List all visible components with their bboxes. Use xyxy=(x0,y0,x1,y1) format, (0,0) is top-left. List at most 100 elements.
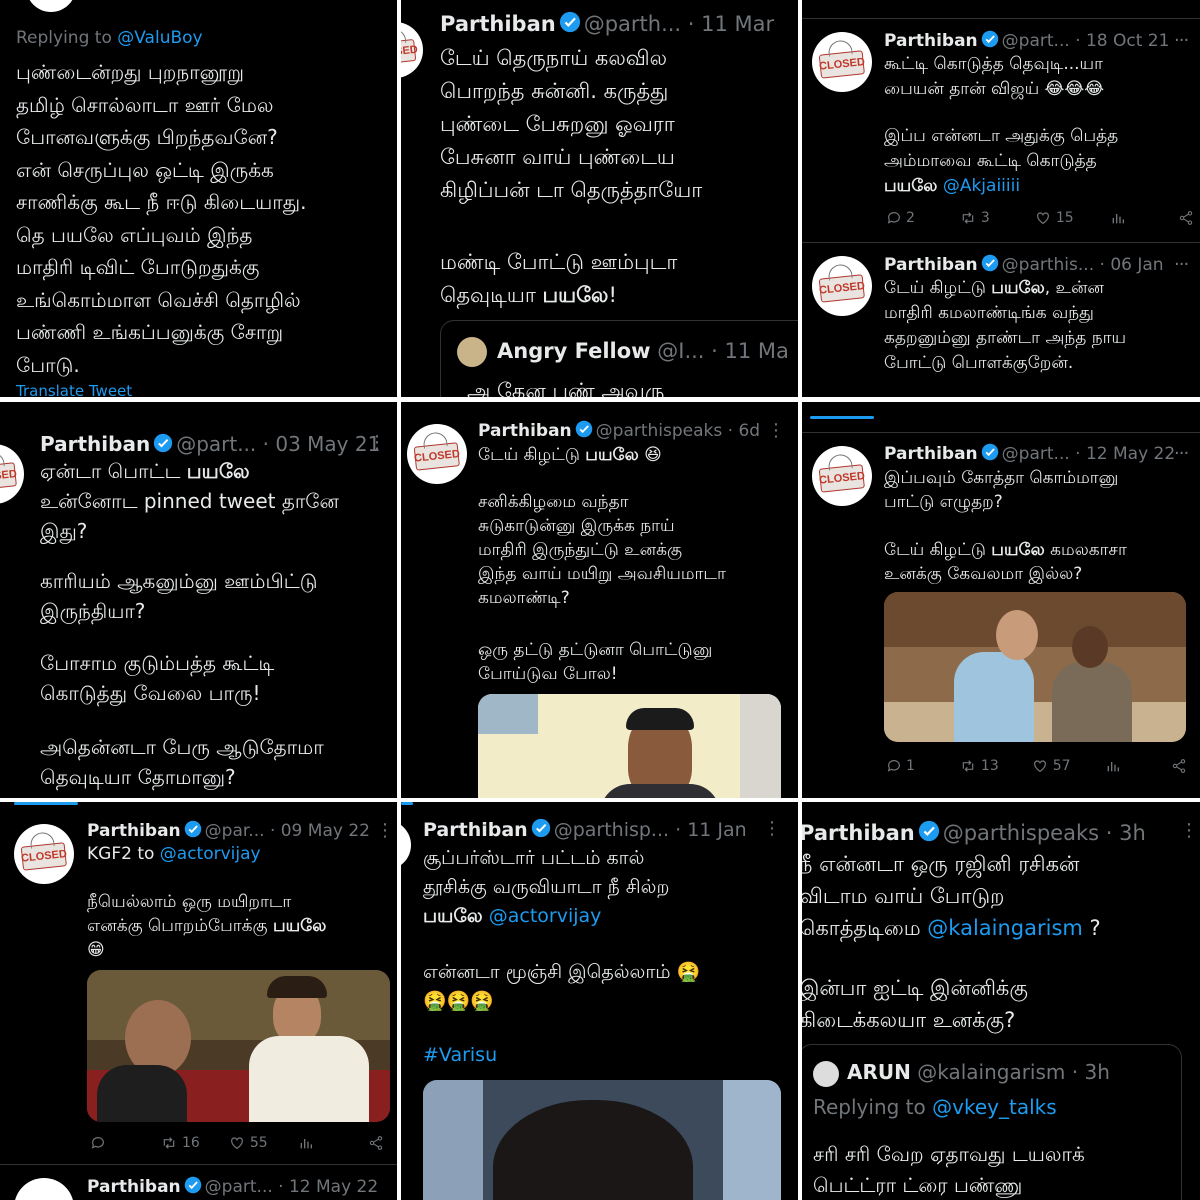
tweet-date[interactable]: · 03 May 21 xyxy=(263,432,381,456)
avatar[interactable]: CLOSED xyxy=(812,256,872,316)
translate-tweet-link[interactable]: Translate Tweet xyxy=(16,382,132,397)
avatar[interactable]: CLOSED xyxy=(401,22,423,78)
image-person-hair xyxy=(626,708,694,730)
tweet-divider xyxy=(802,242,1200,243)
analytics-button[interactable] xyxy=(1110,210,1126,226)
tweet-cell-7: CLOSED Parthiban @par... · 09 May 22 ⋮ KG… xyxy=(0,802,397,1200)
tweet-cell-5: CLOSED Parthiban @parthispeaks · 6d ⋮ டேய… xyxy=(401,402,798,798)
tweet-header: Parthiban @part... · 03 May 21 xyxy=(40,432,380,456)
tweet-text-2: மண்டி போட்டு ஊம்புடா தெவுடியா பயலே! xyxy=(440,250,678,307)
more-options-icon[interactable]: ··· xyxy=(1174,254,1189,275)
share-button[interactable] xyxy=(368,1135,384,1151)
more-options-icon[interactable]: ⋮ xyxy=(763,818,781,839)
next-tweet-header: Parthiban @part... · 12 May 22 xyxy=(87,1176,378,1197)
author-name[interactable]: Parthiban xyxy=(884,31,978,51)
tab-indicator xyxy=(14,802,78,805)
author-name[interactable]: Parthiban xyxy=(478,421,572,441)
tweet-cell-6: CLOSED Parthiban @part... · 12 May 22 ···… xyxy=(802,402,1200,798)
author-name[interactable]: Parthiban xyxy=(884,255,978,275)
image-body-right xyxy=(249,1036,369,1122)
reply-icon xyxy=(887,212,900,224)
author-handle[interactable]: @parthispeaks xyxy=(943,821,1099,845)
avatar[interactable]: CLOSED xyxy=(0,444,24,504)
hashtag-link[interactable]: #Varisu xyxy=(423,1044,497,1066)
share-icon xyxy=(369,1136,382,1150)
analytics-button[interactable] xyxy=(1105,758,1121,774)
image-right-panel xyxy=(740,694,781,798)
like-button[interactable]: 57 xyxy=(1031,758,1071,774)
author-name[interactable]: Parthiban xyxy=(87,1177,181,1197)
tweet-date[interactable]: · 11 Jan xyxy=(675,819,747,841)
tweet-date[interactable]: · 3h xyxy=(1106,821,1146,845)
author-handle[interactable]: @part... xyxy=(205,1177,273,1197)
like-button[interactable]: 55 xyxy=(228,1135,268,1151)
tweet-text: புண்டைன்றது புறநானூறு தமிழ் சொல்லாடா ஊர்… xyxy=(16,60,307,377)
tweet-text: டேய் கிழட்டு பயலே 😆 xyxy=(478,445,662,465)
verified-badge-icon xyxy=(184,1176,201,1194)
author-handle[interactable]: @parthispeaks xyxy=(596,421,723,441)
share-button[interactable] xyxy=(1178,210,1194,226)
reply-button[interactable] xyxy=(90,1135,110,1151)
author-handle[interactable]: @par... xyxy=(205,821,265,841)
author-handle[interactable]: @part... xyxy=(176,432,256,456)
avatar[interactable]: CLOSED xyxy=(812,32,872,92)
analytics-button[interactable] xyxy=(298,1135,314,1151)
tweet-image[interactable] xyxy=(884,592,1186,742)
author-handle[interactable]: @part... xyxy=(1002,444,1070,464)
author-name[interactable]: Parthiban xyxy=(87,821,181,841)
retweet-button[interactable]: 13 xyxy=(959,758,999,774)
tweet-date[interactable]: · 18 Oct 21 xyxy=(1075,31,1169,51)
top-divider xyxy=(802,18,1200,19)
retweet-button[interactable]: 16 xyxy=(160,1135,200,1151)
tweet-image[interactable] xyxy=(423,1080,781,1200)
avatar[interactable]: CLOSED xyxy=(812,446,872,506)
analytics-icon xyxy=(300,1139,312,1149)
tweet-text: KGF2 to @actorvijay xyxy=(87,844,261,864)
verified-badge-icon xyxy=(559,11,580,33)
reply-button[interactable]: 1 xyxy=(886,758,915,774)
quoted-tweet[interactable]: ARUN @kalaingarism · 3h Replying to @vke… xyxy=(802,1044,1182,1200)
author-handle[interactable]: @part... xyxy=(1002,31,1070,51)
author-name[interactable]: Parthiban xyxy=(423,819,528,841)
verified-badge-icon xyxy=(981,254,998,272)
more-options-icon[interactable]: ··· xyxy=(1174,30,1189,51)
retweet-button[interactable]: 3 xyxy=(959,210,990,226)
author-name[interactable]: Parthiban xyxy=(40,432,150,456)
tweet-date[interactable]: · 6d xyxy=(728,421,760,441)
author-handle[interactable]: @parthis... xyxy=(1002,255,1094,275)
tweet-text-2: நீயெல்லாம் ஒரு மயிறாடா எனக்கு பொறம்போக்க… xyxy=(87,892,327,960)
tweet-date[interactable]: · 09 May 22 xyxy=(270,821,370,841)
more-options-icon[interactable]: ⋮ xyxy=(368,432,386,453)
reply-button[interactable]: 2 xyxy=(886,210,915,226)
author-name[interactable]: Parthiban xyxy=(884,444,978,464)
author-name[interactable]: Parthiban xyxy=(440,12,556,36)
tweet-image[interactable] xyxy=(478,694,781,798)
more-options-icon[interactable]: ⋮ xyxy=(376,820,394,841)
share-button[interactable] xyxy=(1171,758,1187,774)
image-person-right xyxy=(1052,662,1132,742)
quote-date: · 3h xyxy=(1071,1060,1110,1084)
more-options-icon[interactable]: ⋮ xyxy=(767,420,785,441)
more-options-icon[interactable]: ··· xyxy=(1174,443,1189,464)
avatar[interactable] xyxy=(26,0,76,12)
more-options-icon[interactable]: ⋮ xyxy=(1180,820,1198,841)
tweet-image[interactable] xyxy=(87,970,390,1122)
avatar[interactable] xyxy=(14,1178,74,1200)
author-name[interactable]: Parthiban xyxy=(802,821,915,845)
quoted-tweet[interactable]: Angry Fellow @I... · 11 Ma அ கேன புண் அவ… xyxy=(440,320,798,397)
retweet-icon xyxy=(163,1137,175,1149)
tweet-date[interactable]: · 12 May 22 xyxy=(278,1177,378,1197)
tweet-text-2: சனிக்கிழமை வந்தா சுடுகாடுன்னு இருக்க நாய… xyxy=(478,492,726,608)
image-person-body xyxy=(600,784,720,798)
tweet-date[interactable]: · 06 Jan xyxy=(1100,255,1164,275)
replying-to-handle[interactable]: @ValuBoy xyxy=(117,28,202,48)
avatar[interactable] xyxy=(401,820,411,870)
avatar[interactable]: CLOSED xyxy=(407,424,467,484)
tweet-date[interactable]: · 12 May 22 xyxy=(1075,444,1175,464)
author-handle[interactable]: @parthisp... xyxy=(554,819,669,841)
avatar[interactable]: CLOSED xyxy=(14,824,74,884)
tweet-date[interactable]: · 11 Mar xyxy=(688,12,774,36)
image-light-right xyxy=(723,1080,781,1200)
author-handle[interactable]: @parth... xyxy=(584,12,681,36)
like-button[interactable]: 15 xyxy=(1034,210,1074,226)
